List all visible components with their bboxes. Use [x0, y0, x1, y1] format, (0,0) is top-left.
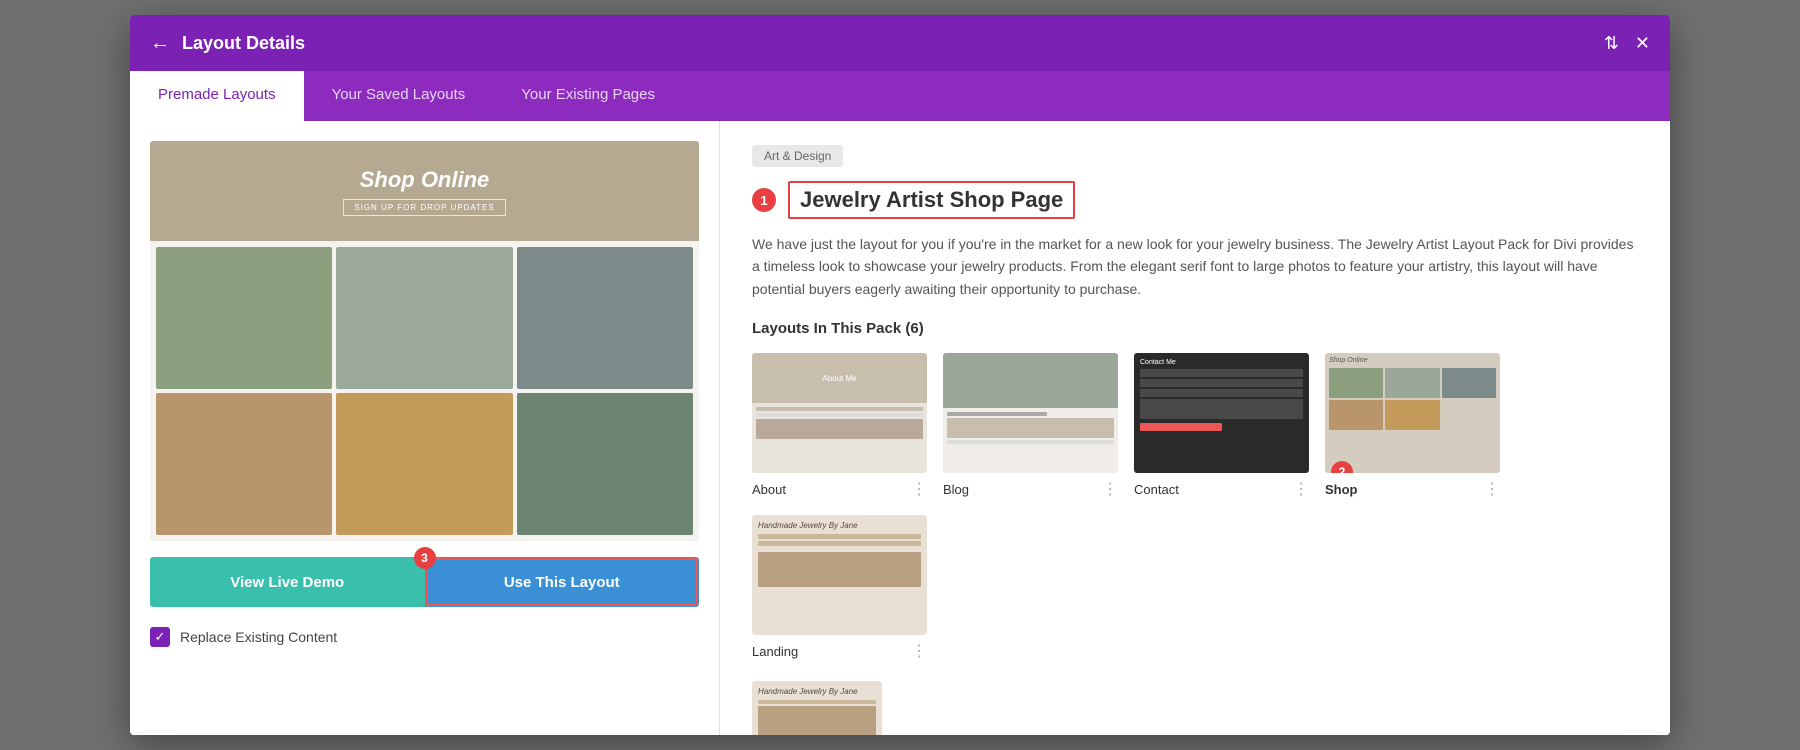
tab-saved[interactable]: Your Saved Layouts — [304, 71, 494, 121]
thumb-contact-inner: Contact Me — [1134, 353, 1309, 473]
thumb-about-bot — [752, 403, 927, 473]
thumb-landing-footer: Landing ⋮ — [752, 641, 927, 661]
layout-title-row: 1 Jewelry Artist Shop Page — [752, 181, 1638, 219]
thumb-blog-img — [943, 353, 1118, 473]
tab-premade[interactable]: Premade Layouts — [130, 71, 304, 121]
thumb-shop-item1 — [1329, 368, 1383, 398]
thumb-landing-title: Handmade Jewelry By Jane — [758, 521, 921, 530]
thumb-landing2-img: Handmade Jewelry By Jane — [752, 681, 882, 735]
thumb-landing-label: Landing — [752, 644, 798, 659]
thumb-contact-label: Contact — [1134, 482, 1179, 497]
layout-thumbnails-row1: About Me About ⋮ — [752, 353, 1638, 661]
tabs-bar: Premade Layouts Your Saved Layouts Your … — [130, 71, 1670, 121]
thumb-contact-img: Contact Me — [1134, 353, 1309, 473]
thumb-shop-label: Shop — [1325, 482, 1358, 497]
thumb-blog-top — [943, 353, 1118, 408]
thumb-about-top: About Me — [752, 353, 927, 403]
thumb-shop-item3 — [1442, 368, 1496, 398]
pack-label: Layouts In This Pack (6) — [752, 320, 1638, 337]
preview-hero-btn: SIGN UP FOR DROP UPDATES — [343, 199, 505, 216]
thumb-about-footer: About ⋮ — [752, 479, 927, 499]
back-icon[interactable]: ← — [150, 32, 170, 55]
thumb-contact-field2 — [1140, 379, 1303, 387]
preview-hero: Shop Online SIGN UP FOR DROP UPDATES — [150, 141, 699, 241]
thumb-shop: Shop Online 2 Shop — [1325, 353, 1500, 499]
thumb-blog: Blog ⋮ — [943, 353, 1118, 499]
layout-thumbnails-row2: Handmade Jewelry By Jane — [752, 681, 1638, 735]
preview-grid — [150, 241, 699, 541]
replace-checkbox-row[interactable]: ✓ Replace Existing Content — [150, 623, 699, 651]
grid-item-4 — [156, 393, 332, 535]
grid-item-1 — [156, 247, 332, 389]
thumb-shop-img: Shop Online 2 — [1325, 353, 1500, 473]
right-panel: Art & Design 1 Jewelry Artist Shop Page … — [720, 121, 1670, 735]
step2-badge: 2 — [1331, 461, 1353, 473]
grid-item-2 — [336, 247, 512, 389]
thumb-landing-line1 — [758, 534, 921, 539]
thumb-landing-img: Handmade Jewelry By Jane — [752, 515, 927, 635]
header-left: ← Layout Details — [150, 32, 305, 55]
category-badge: Art & Design — [752, 145, 843, 167]
left-panel: Shop Online SIGN UP FOR DROP UPDATES 3 — [130, 121, 720, 735]
thumb-shop-footer: Shop ⋮ — [1325, 479, 1500, 499]
thumb-shop-item2 — [1385, 368, 1439, 398]
thumb-landing2-line — [758, 700, 876, 704]
thumb-landing2-title: Handmade Jewelry By Jane — [758, 687, 876, 696]
modal-container: ← Layout Details ⇅ ✕ Premade Layouts You… — [130, 15, 1670, 735]
thumb-blog-menu[interactable]: ⋮ — [1102, 479, 1118, 499]
thumb-about-menu[interactable]: ⋮ — [911, 479, 927, 499]
preview-hero-title: Shop Online — [360, 167, 490, 193]
replace-label: Replace Existing Content — [180, 629, 337, 645]
view-live-demo-button[interactable]: View Live Demo — [150, 557, 425, 607]
thumb-landing-menu[interactable]: ⋮ — [911, 641, 927, 661]
thumb-shop-header: Shop Online — [1325, 353, 1500, 364]
grid-item-3 — [517, 247, 693, 389]
thumb-contact-field4 — [1140, 399, 1303, 419]
thumb-shop-grid — [1325, 364, 1500, 434]
thumb-contact-btn — [1140, 423, 1222, 431]
thumb-landing-img-area — [758, 552, 921, 587]
grid-item-5 — [336, 393, 512, 535]
thumb-landing: Handmade Jewelry By Jane Landing ⋮ — [752, 515, 927, 661]
thumb-contact-menu[interactable]: ⋮ — [1293, 479, 1309, 499]
tab-existing[interactable]: Your Existing Pages — [493, 71, 683, 121]
use-this-layout-button[interactable]: Use This Layout — [425, 557, 700, 607]
thumb-contact-title: Contact Me — [1140, 359, 1303, 366]
thumb-shop-menu[interactable]: ⋮ — [1484, 479, 1500, 499]
thumb-landing2: Handmade Jewelry By Jane — [752, 681, 882, 735]
modal-body: Shop Online SIGN UP FOR DROP UPDATES 3 — [130, 121, 1670, 735]
thumb-blog-bot — [943, 408, 1118, 473]
thumb-landing-line2 — [758, 541, 921, 546]
header-icons: ⇅ ✕ — [1604, 33, 1650, 54]
thumb-about: About Me About ⋮ — [752, 353, 927, 499]
thumb-contact-footer: Contact ⋮ — [1134, 479, 1309, 499]
modal-header: ← Layout Details ⇅ ✕ — [130, 15, 1670, 71]
thumb-landing2-area — [758, 706, 876, 735]
thumb-blog-footer: Blog ⋮ — [943, 479, 1118, 499]
modal-overlay: ← Layout Details ⇅ ✕ Premade Layouts You… — [0, 0, 1800, 750]
thumb-shop-item4 — [1329, 400, 1383, 430]
checkbox-checked[interactable]: ✓ — [150, 627, 170, 647]
layout-description: We have just the layout for you if you'r… — [752, 233, 1638, 300]
thumb-contact: Contact Me Contact ⋮ — [1134, 353, 1309, 499]
grid-item-6 — [517, 393, 693, 535]
step3-badge: 3 — [414, 547, 436, 569]
layout-title: Jewelry Artist Shop Page — [788, 181, 1075, 219]
thumb-contact-field1 — [1140, 369, 1303, 377]
modal-title: Layout Details — [182, 33, 305, 54]
settings-icon[interactable]: ⇅ — [1604, 33, 1619, 54]
close-icon[interactable]: ✕ — [1635, 33, 1650, 54]
thumb-shop-item5 — [1385, 400, 1439, 430]
thumb-blog-label: Blog — [943, 482, 969, 497]
layout-preview: Shop Online SIGN UP FOR DROP UPDATES — [150, 141, 699, 541]
thumb-about-img: About Me — [752, 353, 927, 473]
action-area: 3 View Live Demo Use This Layout — [150, 557, 699, 607]
thumb-about-label: About — [752, 482, 786, 497]
step1-badge: 1 — [752, 188, 776, 212]
thumb-contact-field3 — [1140, 389, 1303, 397]
